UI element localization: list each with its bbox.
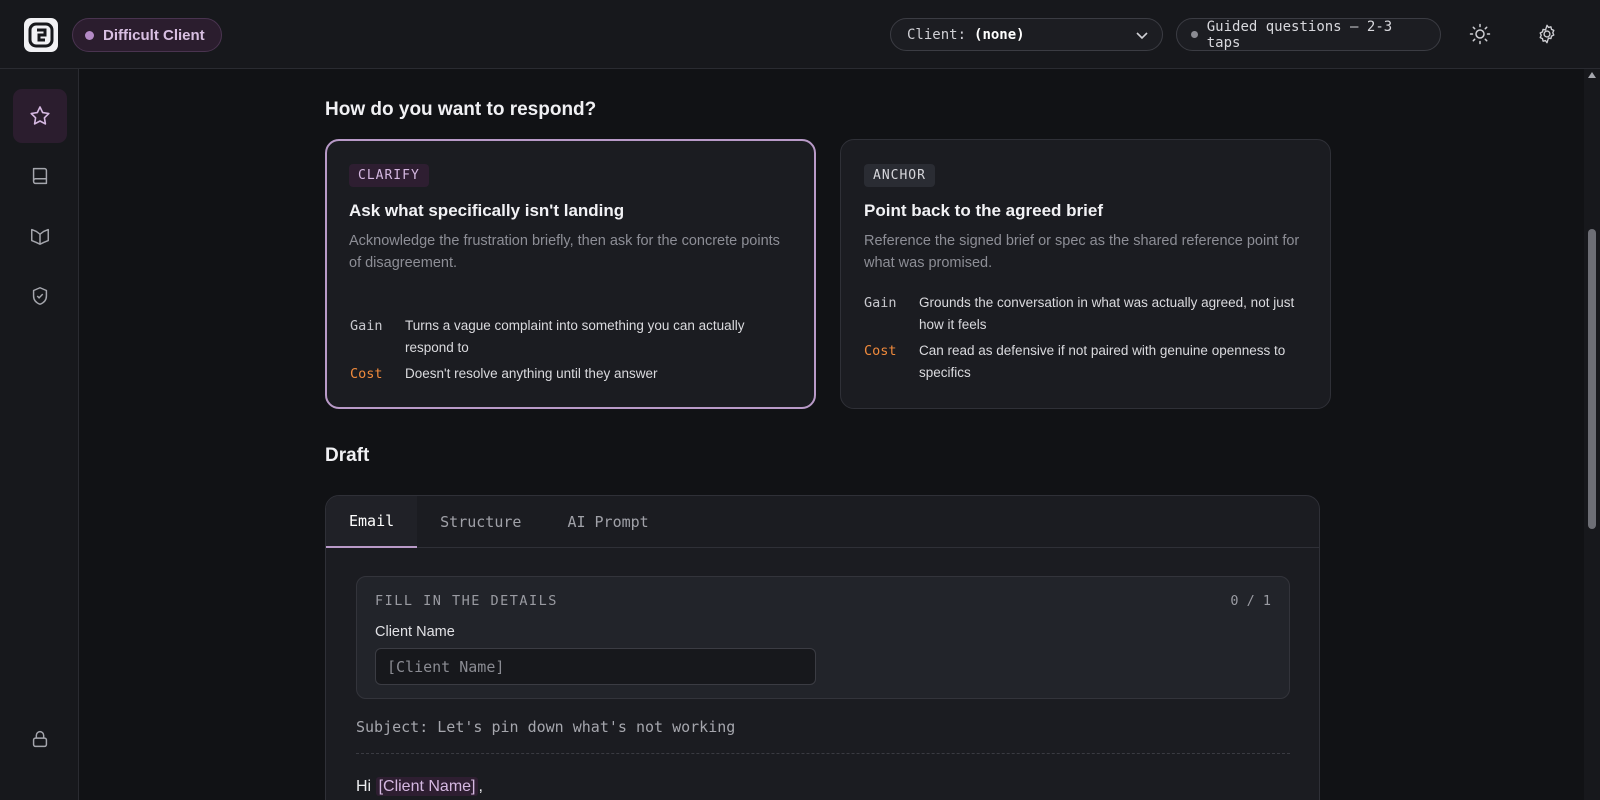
divider bbox=[356, 753, 1290, 754]
gain-row: Gain Grounds the conversation in what wa… bbox=[864, 292, 1308, 336]
sidebar-item-library[interactable] bbox=[13, 149, 67, 203]
email-subject: Subject: Let's pin down what's not worki… bbox=[356, 718, 736, 736]
draft-tabs: Email Structure AI Prompt bbox=[326, 496, 1319, 548]
tab-email[interactable]: Email bbox=[326, 496, 418, 548]
client-name-label: Client Name bbox=[375, 624, 455, 640]
scrollbar-thumb[interactable] bbox=[1588, 229, 1596, 529]
tab-ai-prompt[interactable]: AI Prompt bbox=[544, 496, 671, 548]
cost-row: Cost Can read as defensive if not paired… bbox=[864, 340, 1308, 384]
fill-details-box: FILL IN THE DETAILS 0 / 1 Client Name bbox=[356, 576, 1290, 699]
gain-text: Turns a vague complaint into something y… bbox=[405, 318, 745, 355]
gain-label: Gain bbox=[864, 295, 897, 311]
client-select[interactable]: Client: (none) bbox=[890, 18, 1163, 51]
chevron-down-icon bbox=[1136, 32, 1148, 40]
client-select-label: Client: bbox=[907, 26, 967, 43]
client-name-input[interactable] bbox=[375, 648, 816, 685]
shield-check-icon bbox=[32, 287, 48, 305]
option-card-clarify[interactable]: CLARIFY Ask what specifically isn't land… bbox=[325, 139, 816, 409]
draft-panel: Email Structure AI Prompt FILL IN THE DE… bbox=[325, 495, 1320, 800]
option-tag: CLARIFY bbox=[349, 164, 429, 187]
sun-icon bbox=[1469, 23, 1491, 45]
sidebar bbox=[0, 69, 79, 800]
guided-dot-icon bbox=[1191, 31, 1198, 38]
gain-row: Gain Turns a vague complaint into someth… bbox=[350, 315, 792, 359]
open-book-icon bbox=[31, 228, 49, 245]
option-tag: ANCHOR bbox=[864, 164, 935, 187]
book-icon bbox=[32, 167, 48, 185]
fill-count: 0 / 1 bbox=[1230, 593, 1271, 609]
option-description: Acknowledge the frustration briefly, the… bbox=[349, 233, 780, 271]
fill-heading: FILL IN THE DETAILS bbox=[375, 593, 558, 609]
draft-title: Draft bbox=[325, 445, 370, 466]
star-icon bbox=[30, 106, 50, 125]
cost-label: Cost bbox=[350, 366, 383, 382]
main-content: How do you want to respond? CLARIFY Ask … bbox=[80, 69, 1584, 800]
app-logo[interactable] bbox=[24, 18, 58, 52]
option-title: Point back to the agreed brief bbox=[864, 201, 1103, 220]
guided-label: Guided questions — 2-3 taps bbox=[1206, 18, 1393, 51]
greeting-suffix: , bbox=[478, 778, 483, 795]
cost-row: Cost Doesn't resolve anything until they… bbox=[350, 363, 792, 385]
gain-cost-list: Gain Grounds the conversation in what wa… bbox=[864, 292, 1308, 388]
option-description: Reference the signed brief or spec as th… bbox=[864, 233, 1300, 271]
option-title: Ask what specifically isn't landing bbox=[349, 201, 625, 220]
guided-questions-toggle[interactable]: Guided questions — 2-3 taps bbox=[1176, 18, 1441, 51]
sidebar-item-lock[interactable] bbox=[13, 712, 67, 766]
option-card-anchor[interactable]: ANCHOR Point back to the agreed brief Re… bbox=[840, 139, 1331, 409]
mode-dot-icon bbox=[85, 30, 94, 40]
top-bar: Difficult Client Client: (none) Guided q… bbox=[0, 0, 1600, 69]
gear-icon bbox=[1539, 24, 1555, 44]
mode-label: Difficult Client bbox=[103, 26, 205, 44]
sidebar-item-playbooks[interactable] bbox=[13, 209, 67, 263]
cost-label: Cost bbox=[864, 343, 897, 359]
respond-title: How do you want to respond? bbox=[325, 99, 597, 120]
scroll-up-arrow-icon[interactable] bbox=[1588, 72, 1596, 78]
email-greeting: Hi [Client Name], bbox=[356, 777, 483, 796]
scrollbar[interactable] bbox=[1584, 69, 1600, 800]
gain-cost-list: Gain Turns a vague complaint into someth… bbox=[350, 315, 792, 389]
mode-badge[interactable]: Difficult Client bbox=[72, 18, 222, 52]
lock-icon bbox=[32, 730, 48, 748]
theme-toggle-button[interactable] bbox=[1468, 22, 1492, 46]
client-name-placeholder-chip[interactable]: [Client Name] bbox=[375, 777, 479, 796]
greeting-prefix: Hi bbox=[356, 778, 372, 795]
logo-icon bbox=[28, 22, 54, 48]
gain-text: Grounds the conversation in what was act… bbox=[919, 295, 1295, 332]
settings-button[interactable] bbox=[1535, 22, 1559, 46]
tab-structure[interactable]: Structure bbox=[417, 496, 544, 548]
client-select-value: (none) bbox=[974, 26, 1025, 43]
sidebar-item-security[interactable] bbox=[13, 269, 67, 323]
cost-text: Doesn't resolve anything until they answ… bbox=[405, 366, 658, 381]
sidebar-item-favorites[interactable] bbox=[13, 89, 67, 143]
cost-text: Can read as defensive if not paired with… bbox=[919, 343, 1286, 380]
gain-label: Gain bbox=[350, 318, 383, 334]
